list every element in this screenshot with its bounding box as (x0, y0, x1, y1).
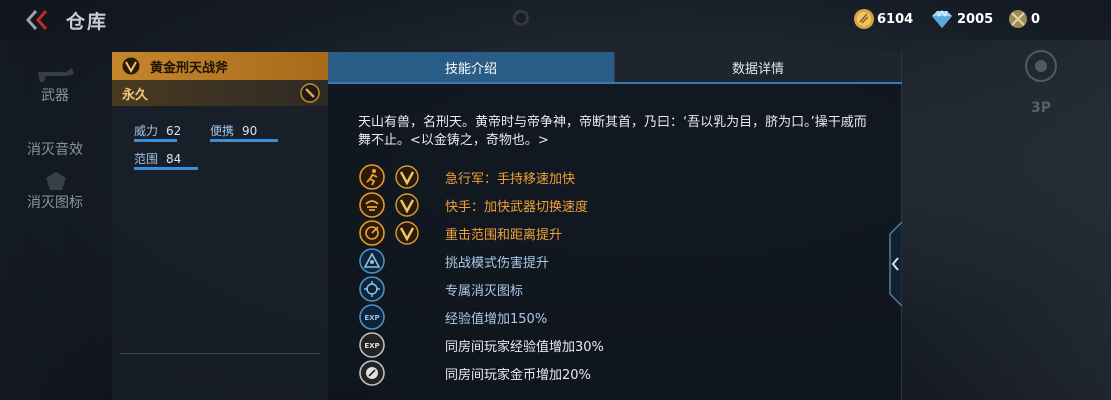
top-bar: 仓库 6104 2005 0 (0, 0, 1111, 40)
item-header: 黄金刑天战斧 (112, 52, 328, 80)
nav-item-kill-sound[interactable]: 消灭音效 (0, 139, 110, 159)
medal-currency: 0 (1007, 8, 1040, 30)
diamond-currency: 2005 (929, 8, 993, 30)
axe-type-icon (300, 83, 320, 103)
tab-skill-intro[interactable]: 技能介绍 (328, 52, 614, 82)
detail-panel: 技能介绍 数据详情 天山有兽，名刑天。黄帝时与帝争神，帝断其首，乃曰：‘吾以乳为… (328, 52, 902, 400)
diamond-value: 2005 (957, 11, 994, 27)
skill-row: EXP 同房间玩家经验值增加30% (359, 332, 604, 358)
stat-power-bar (134, 139, 178, 142)
vip-v-icon (395, 193, 419, 217)
skill-row: 快手：加快武器切换速度 (359, 192, 588, 218)
skill-row: EXP 经验值增加150% (359, 304, 547, 330)
page-title: 仓库 (66, 11, 109, 33)
tab-underline (328, 82, 902, 84)
room-gold-icon (359, 360, 385, 386)
skill-row: 同房间玩家金币增加20% (359, 360, 591, 386)
vip-badge-icon (122, 57, 140, 75)
skill-label: 重击范围和距离提升 (445, 228, 563, 243)
skill-label: 同房间玩家经验值增加30% (445, 340, 604, 355)
item-description: 天山有兽，名刑天。黄帝时与帝争神，帝断其首，乃曰：‘吾以乳为目，脐为口。’操干戚… (358, 115, 867, 148)
skill-label: 急行军：手持移速加快 (445, 172, 576, 187)
nav-item-weapon[interactable]: 武器 (0, 85, 110, 105)
skill-label: 同房间玩家金币增加20% (445, 368, 591, 383)
stat-portability: 便携 90 (210, 124, 258, 138)
gold-coin-icon (854, 9, 874, 29)
weapon-icon (38, 68, 74, 82)
skill-row: 专属消灭图标 (359, 276, 523, 302)
stat-range: 范围 84 (134, 152, 182, 166)
panel-divider (120, 353, 320, 354)
challenge-mode-icon (359, 248, 385, 274)
stat-range-bar (134, 167, 198, 170)
kill-icon-icon (359, 276, 385, 302)
running-man-icon (359, 164, 385, 190)
skill-row: 重击范围和距离提升 (359, 220, 562, 246)
room-exp-icon: EXP (359, 332, 385, 358)
vip-v-icon (395, 165, 419, 189)
gold-value: 6104 (877, 11, 914, 27)
skill-label: 挑战模式伤害提升 (445, 256, 550, 271)
tab-bar: 技能介绍 数据详情 (328, 52, 901, 82)
quick-hand-icon (359, 192, 385, 218)
gold-currency: 6104 (853, 8, 913, 30)
kill-emblem-icon (46, 172, 66, 190)
medal-value: 0 (1031, 11, 1041, 27)
diamond-icon (932, 10, 952, 28)
item-duration-row: 永久 (112, 80, 328, 106)
skill-label: 经验值增加150% (445, 312, 548, 327)
skill-row: 急行军：手持移速加快 (359, 164, 575, 190)
collapse-arrow-icon[interactable] (886, 222, 904, 306)
item-panel: 黄金刑天战斧 永久 威力 62 便携 90 范围 84 (112, 52, 328, 400)
item-duration: 永久 (122, 87, 149, 103)
medal-coin-icon (1009, 10, 1027, 28)
range-target-icon (359, 220, 385, 246)
stat-power: 威力 62 (134, 124, 182, 138)
item-name: 黄金刑天战斧 (150, 60, 229, 76)
view-mode-label[interactable]: 3P (1031, 100, 1051, 116)
svg-text:EXP: EXP (364, 342, 379, 350)
camera-view-icon[interactable] (1025, 50, 1057, 82)
skill-row: 挑战模式伤害提升 (359, 248, 549, 274)
nav-item-kill-icon[interactable]: 消灭图标 (0, 192, 110, 212)
center-ornament (512, 9, 530, 27)
back-arrow-icon[interactable] (26, 9, 52, 31)
stat-portability-bar (210, 139, 278, 142)
exp-icon: EXP (359, 304, 385, 330)
right-background (901, 40, 1111, 400)
skill-label: 专属消灭图标 (445, 284, 524, 299)
svg-text:EXP: EXP (364, 314, 379, 322)
tab-data-details[interactable]: 数据详情 (614, 52, 901, 82)
vip-v-icon (395, 221, 419, 245)
skill-label: 快手：加快武器切换速度 (445, 200, 589, 215)
